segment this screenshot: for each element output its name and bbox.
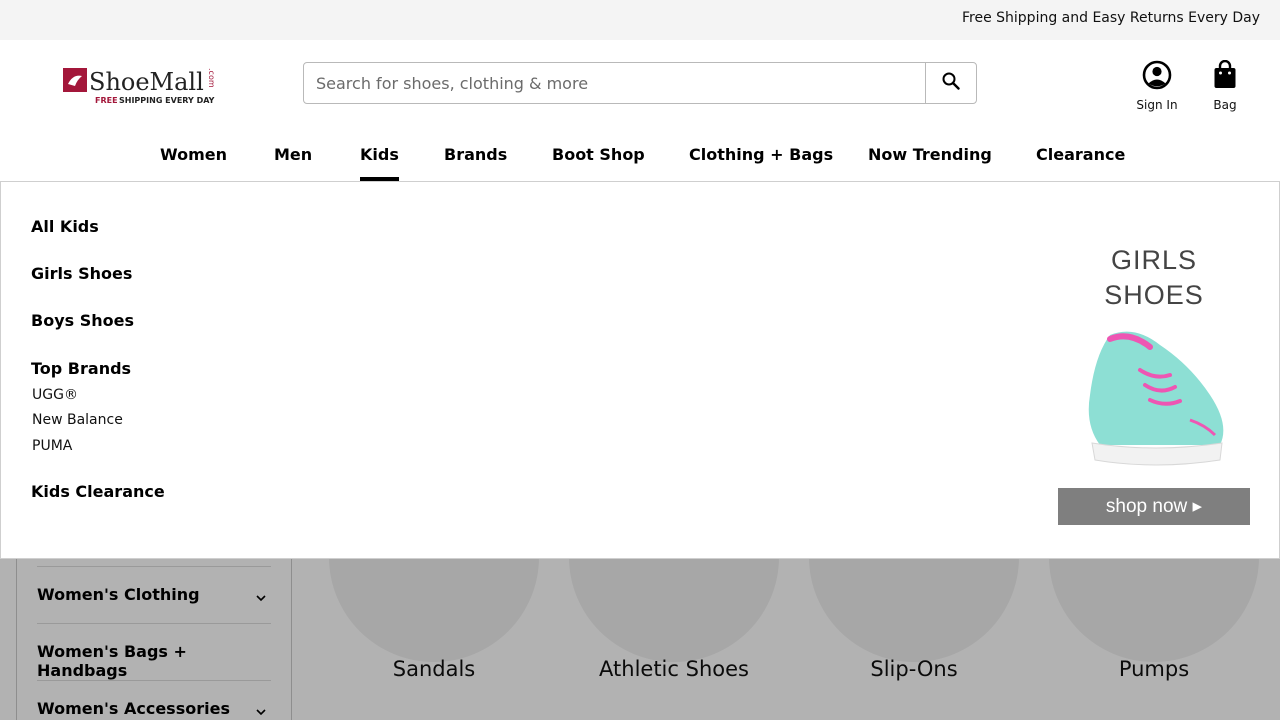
nav-item-brands[interactable]: Brands	[444, 145, 507, 181]
nav-item-boot-shop[interactable]: Boot Shop	[552, 145, 645, 181]
menu-link-all-kids[interactable]: All Kids	[31, 217, 99, 236]
search-input[interactable]	[304, 63, 926, 103]
promo-title-line1: GIRLS	[1110, 245, 1198, 275]
nav-item-women[interactable]: Women	[160, 145, 227, 181]
user-circle-icon	[1142, 60, 1172, 94]
menu-link-kids-clearance[interactable]: Kids Clearance	[31, 482, 165, 501]
bag-icon	[1213, 59, 1237, 94]
menu-link-boys-shoes[interactable]: Boys Shoes	[31, 311, 134, 330]
menu-link-ugg[interactable]: UGG®	[32, 387, 78, 403]
logo-suffix: .com	[207, 68, 216, 88]
menu-heading-top-brands[interactable]: Top Brands	[31, 359, 131, 378]
bag-label: Bag	[1213, 98, 1237, 112]
nav-item-kids[interactable]: Kids	[360, 145, 399, 181]
main-nav: Women Men Kids Brands Boot Shop Clothing…	[0, 140, 1280, 182]
nav-item-men[interactable]: Men	[274, 145, 312, 181]
sign-in-label: Sign In	[1136, 98, 1178, 112]
logo-tagline-free: FREE	[95, 96, 118, 105]
promo-title-line2: SHOES	[1104, 280, 1204, 310]
bag-button[interactable]: Bag	[1205, 59, 1245, 112]
promo-bar-text: Free Shipping and Easy Returns Every Day	[961, 10, 1260, 26]
nav-item-clearance[interactable]: Clearance	[1036, 145, 1125, 181]
promo-title: GIRLS SHOES	[1058, 243, 1250, 313]
kids-mega-menu: All Kids Girls Shoes Boys Shoes Top Bran…	[0, 181, 1280, 559]
sign-in-button[interactable]: Sign In	[1132, 60, 1182, 112]
search-bar	[303, 62, 977, 104]
shop-now-button[interactable]: shop now ▸	[1058, 488, 1250, 525]
nav-item-clothing-bags[interactable]: Clothing + Bags	[689, 145, 833, 181]
menu-link-girls-shoes[interactable]: Girls Shoes	[31, 264, 132, 283]
search-icon	[942, 72, 960, 94]
menu-link-puma[interactable]: PUMA	[32, 438, 72, 454]
shoemall-logo[interactable]: ShoeMall .com FREE SHIPPING EVERY DAY	[63, 66, 218, 106]
promo-bar: Free Shipping and Easy Returns Every Day	[0, 0, 1280, 40]
girls-shoes-promo[interactable]: GIRLS SHOES shop now ▸	[1058, 217, 1250, 525]
sneaker-image	[1080, 325, 1230, 474]
logo-text: ShoeMall	[89, 68, 204, 96]
logo-tagline: SHIPPING EVERY DAY	[119, 96, 215, 105]
search-button[interactable]	[925, 63, 976, 103]
menu-link-new-balance[interactable]: New Balance	[32, 412, 123, 428]
nav-item-now-trending[interactable]: Now Trending	[868, 145, 992, 181]
